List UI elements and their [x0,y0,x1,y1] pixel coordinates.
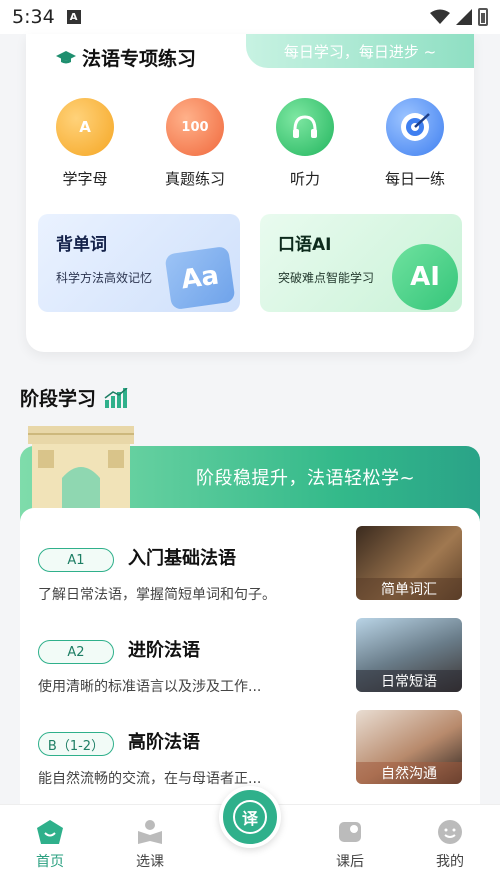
home-icon [37,820,63,844]
promo-row: 背单词 科学方法高效记忆 Aa 口语AI 突破难点智能学习 AI [38,214,462,312]
wifi-icon [430,9,450,24]
practice-title-wrap: 法语专项练习 [56,44,220,75]
course-desc: 了解日常法语，掌握简短单词和句子。 [38,587,276,603]
feature-label: 每日一练 [384,170,445,188]
battery-icon [478,8,488,26]
ai-badge-icon: AI [392,244,458,310]
alphabet-glyph: A [79,118,91,136]
bar-chart-icon [104,387,128,408]
stage-slogan: 阶段稳提升，法语轻松学~ [196,468,416,489]
feature-label: 听力 [289,170,320,188]
feature-exam-practice[interactable]: 100 真题练习 [145,98,245,189]
exam-glyph: 100 [181,119,209,135]
signal-icon [456,9,472,25]
thumbnail-label: 日常短语 [356,670,462,692]
nav-course-select[interactable]: 选课 [120,819,180,871]
translate-button[interactable]: 译 [219,786,281,848]
aa-letters-icon: Aa [164,245,236,311]
target-icon [386,98,444,156]
course-title: 入门基础法语 [128,548,236,569]
practice-header: 法语专项练习 每日学习，每日进步 ~ [26,34,474,75]
status-time: 5:34 [12,6,55,28]
nav-label: 首页 [36,854,64,870]
translate-icon: 译 [233,800,267,834]
graduation-cap-icon [56,50,76,63]
alphabet-book-icon: A [56,98,114,156]
course-desc: 能自然流畅的交流，在与母语者正... [38,771,262,787]
feature-daily-exercise[interactable]: 每日一练 [365,98,465,189]
feature-alphabet[interactable]: A 学字母 [35,98,135,189]
course-desc: 使用清晰的标准语言以及涉及工作... [38,679,262,695]
course-a2[interactable]: A2 进阶法语 使用清晰的标准语言以及涉及工作... 日常短语 [38,618,462,714]
feature-row: A 学字母 100 真题练习 听力 每日一练 [26,98,474,189]
nav-label: 课后 [336,854,364,870]
course-thumbnail[interactable]: 简单词汇 [356,526,462,600]
course-thumbnail[interactable]: 日常短语 [356,618,462,692]
after-class-icon [339,822,361,842]
daily-slogan-tag: 每日学习，每日进步 ~ [246,34,474,68]
headphone-icon [293,115,317,138]
stage-section-title: 阶段学习 [20,384,128,411]
nav-label: 我的 [436,854,464,870]
thumbnail-label: 简单词汇 [356,578,462,600]
level-badge: A1 [38,548,114,572]
profile-icon [438,820,462,844]
bullseye-icon [401,113,430,141]
listening-icon [276,98,334,156]
feature-listening[interactable]: 听力 [255,98,355,189]
status-bar: 5:34 A [0,0,500,34]
feature-label: 真题练习 [164,170,225,188]
nav-after-class[interactable]: 课后 [320,819,380,871]
exam-score-icon: 100 [166,98,224,156]
course-thumbnail[interactable]: 自然沟通 [356,710,462,784]
vocabulary-promo-card[interactable]: 背单词 科学方法高效记忆 Aa [38,214,240,312]
course-list-card: A1 入门基础法语 了解日常法语，掌握简短单词和句子。 简单词汇 A2 进阶法语… [20,508,480,808]
feature-label: 学字母 [62,170,108,188]
level-badge: A2 [38,640,114,664]
nav-profile[interactable]: 我的 [420,819,480,871]
nav-label: 选课 [136,854,164,870]
practice-card: 法语专项练习 每日学习，每日进步 ~ A 学字母 100 真题练习 听力 每日一… [26,34,474,352]
level-badge: B（1-2） [38,732,114,756]
course-a1[interactable]: A1 入门基础法语 了解日常法语，掌握简短单词和句子。 简单词汇 [38,526,462,622]
practice-title: 法语专项练习 [82,48,197,70]
stage-title: 阶段学习 [20,388,97,410]
nav-home[interactable]: 首页 [20,819,80,871]
arc-de-triomphe-icon [28,426,134,512]
notification-a-icon: A [66,10,81,24]
thumbnail-label: 自然沟通 [356,762,462,784]
course-select-icon [138,820,162,844]
course-title: 高阶法语 [128,732,200,753]
speaking-ai-promo-card[interactable]: 口语AI 突破难点智能学习 AI [260,214,462,312]
course-title: 进阶法语 [128,640,200,661]
